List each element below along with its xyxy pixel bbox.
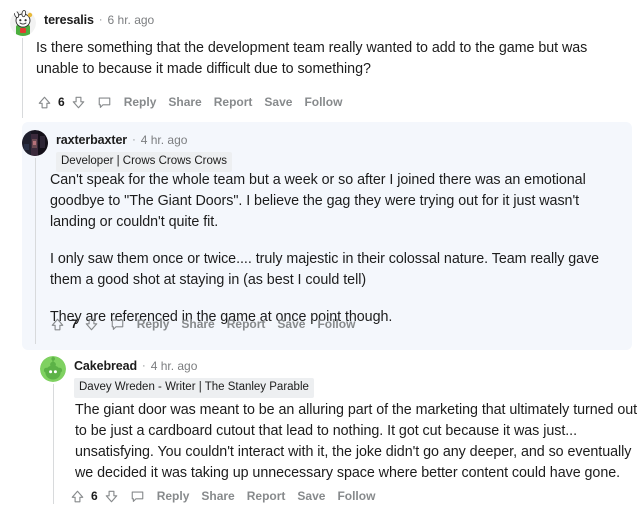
report-button[interactable]: Report: [221, 317, 272, 331]
comment-paragraph: I only saw them once or twice.... truly …: [50, 251, 600, 288]
vote-score: 7: [71, 317, 78, 331]
thread-line: [22, 38, 23, 118]
comment-actions: 6 Reply Share Report Save Follow: [33, 90, 348, 114]
comment-author[interactable]: teresalis: [44, 12, 94, 28]
avatar[interactable]: [10, 10, 36, 36]
byline: teresalis · 6 hr. ago: [44, 12, 154, 28]
user-flair-badge: Developer | Crows Crows Crows: [56, 152, 232, 172]
meta-separator: ·: [132, 134, 136, 146]
comment-actions: 7 Reply Share Report Save Follow: [46, 312, 361, 336]
comment-body: The giant door was meant to be an alluri…: [75, 400, 640, 484]
comment-header: Cakebread · 4 hr. ago Davey Wreden - Wri…: [40, 356, 314, 398]
downvote-arrow-icon[interactable]: [101, 485, 123, 507]
reply-button[interactable]: Reply: [118, 95, 163, 109]
save-button[interactable]: Save: [291, 489, 331, 503]
comment-body: Can't speak for the whole team but a wee…: [50, 170, 628, 328]
reply-button[interactable]: Reply: [131, 317, 176, 331]
save-button[interactable]: Save: [271, 317, 311, 331]
report-button[interactable]: Report: [241, 489, 292, 503]
upvote-arrow-icon[interactable]: [66, 485, 88, 507]
upvote-arrow-icon[interactable]: [33, 91, 55, 113]
comment-timestamp: 4 hr. ago: [150, 359, 198, 373]
comment-meta: Cakebread · 4 hr. ago Davey Wreden - Wri…: [74, 356, 314, 398]
comment-timestamp: 4 hr. ago: [140, 133, 188, 147]
meta-separator: ·: [142, 360, 146, 372]
comment-meta: raxterbaxter · 4 hr. ago Developer | Cro…: [56, 130, 232, 172]
comment-raxterbaxter: raxterbaxter · 4 hr. ago Developer | Cro…: [22, 122, 632, 350]
vote-score: 6: [58, 95, 65, 109]
comment-header: raxterbaxter · 4 hr. ago Developer | Cro…: [22, 130, 232, 172]
comment-paragraph: The giant door was meant to be an alluri…: [75, 402, 638, 481]
share-button[interactable]: Share: [195, 489, 240, 503]
comment-bubble-icon[interactable]: [94, 91, 116, 113]
comment-author[interactable]: raxterbaxter: [56, 132, 127, 148]
upvote-arrow-icon[interactable]: [46, 313, 68, 335]
downvote-arrow-icon[interactable]: [81, 313, 103, 335]
user-flair-badge: Davey Wreden - Writer | The Stanley Para…: [74, 378, 314, 398]
report-button[interactable]: Report: [208, 95, 259, 109]
follow-button[interactable]: Follow: [298, 95, 348, 109]
share-button[interactable]: Share: [175, 317, 220, 331]
share-button[interactable]: Share: [162, 95, 207, 109]
thread-line: [35, 158, 36, 344]
byline: Cakebread · 4 hr. ago: [74, 358, 314, 374]
avatar[interactable]: [40, 356, 66, 382]
comment-paragraph: Is there something that the development …: [36, 40, 588, 77]
save-button[interactable]: Save: [258, 95, 298, 109]
follow-button[interactable]: Follow: [331, 489, 381, 503]
comment-timestamp: 6 hr. ago: [107, 13, 155, 27]
comment-bubble-icon[interactable]: [107, 313, 129, 335]
follow-button[interactable]: Follow: [311, 317, 361, 331]
reply-button[interactable]: Reply: [151, 489, 196, 503]
comment-actions: 6 Reply Share Report Save Follow: [66, 484, 381, 508]
downvote-arrow-icon[interactable]: [68, 91, 90, 113]
vote-score: 6: [91, 489, 98, 503]
comment-body: Is there something that the development …: [36, 38, 632, 80]
comment-header: teresalis · 6 hr. ago: [10, 10, 154, 36]
comment-author[interactable]: Cakebread: [74, 358, 137, 374]
comment-bubble-icon[interactable]: [127, 485, 149, 507]
byline: raxterbaxter · 4 hr. ago: [56, 132, 232, 148]
comment-meta: teresalis · 6 hr. ago: [44, 10, 154, 28]
thread-line: [53, 384, 54, 504]
comment-paragraph: Can't speak for the whole team but a wee…: [50, 172, 586, 230]
avatar[interactable]: [22, 130, 48, 156]
meta-separator: ·: [98, 14, 103, 26]
